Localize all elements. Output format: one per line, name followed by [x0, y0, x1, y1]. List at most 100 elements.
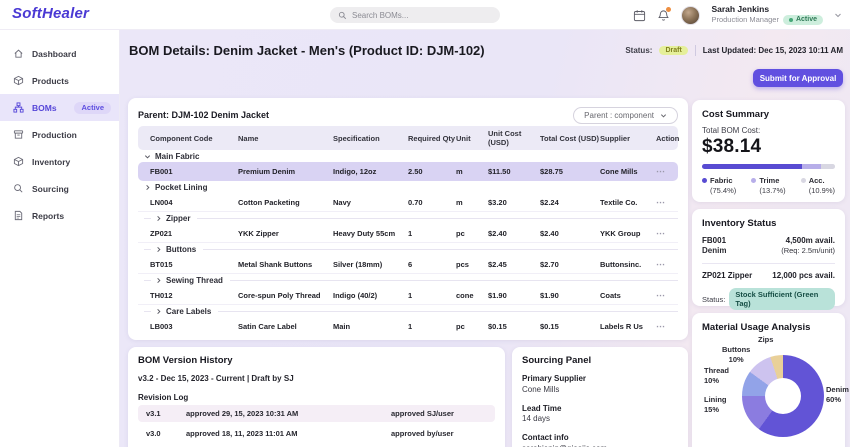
search-bar[interactable] — [330, 7, 500, 23]
revision-row[interactable]: v3.0 approved 18, 11, 2023 11:01 AM appr… — [138, 425, 495, 442]
search-input[interactable] — [352, 10, 492, 20]
version-history-card: BOM Version History v3.2 - Dec 15, 2023 … — [128, 347, 505, 447]
row-actions-ellipsis-icon[interactable]: ⋯ — [656, 197, 678, 208]
document-icon — [14, 210, 23, 221]
donut-label: Zips — [758, 335, 774, 344]
user-role: Production Manager — [711, 15, 779, 25]
table-row[interactable]: FB001 Premium Denim Indigo, 12oz 2.50 m … — [138, 162, 678, 181]
search-icon — [338, 11, 347, 19]
sidebar-item-reports[interactable]: Reports — [0, 202, 119, 229]
boms-active-badge: Active — [74, 101, 111, 114]
submit-for-approval-button[interactable]: Submit for Approval — [753, 69, 843, 87]
parent-component-dropdown[interactable]: Parent : component — [573, 106, 678, 124]
inventory-status-card: Inventory Status FB001 Denim 4,500m avai… — [692, 209, 845, 311]
last-updated: Last Updated: Dec 15, 2023 10:11 AM — [702, 46, 843, 55]
hierarchy-icon — [13, 102, 24, 113]
table-row[interactable]: ZP021 YKK Zipper Heavy Duty 55cm 1 pc $2… — [138, 224, 678, 243]
material-usage-card: Material Usage Analysis Zips Buttons 10%… — [692, 313, 849, 447]
inventory-item: ZP021 Zipper 12,000 pcs avail. — [702, 270, 835, 280]
legend-dot — [800, 178, 806, 183]
search-icon — [14, 184, 23, 193]
divider — [694, 45, 696, 56]
chevron-right-icon — [144, 184, 151, 191]
row-actions-ellipsis-icon[interactable]: ⋯ — [656, 290, 678, 301]
page-title: BOM Details: Denim Jacket - Men's (Produ… — [129, 43, 485, 58]
cost-legend: Fabric (75.4%) Trime (13.7%) Acc. (10.9%… — [702, 176, 835, 195]
table-row[interactable]: LN004 Cotton Packeting Navy 0.70 m $3.20… — [138, 193, 678, 212]
legend-dot — [702, 178, 707, 183]
total-bom-cost-value: $38.14 — [702, 136, 762, 157]
chevron-right-icon — [155, 215, 162, 222]
chevron-right-icon — [155, 277, 162, 284]
row-actions-ellipsis-icon[interactable]: ⋯ — [656, 259, 678, 270]
sidebar-item-boms[interactable]: BOMs Active — [0, 94, 119, 121]
donut-hole — [765, 378, 801, 414]
cost-bar — [702, 164, 835, 169]
row-actions-ellipsis-icon[interactable]: ⋯ — [656, 228, 678, 239]
group-row-sewing-thread[interactable]: Sewing Thread — [138, 274, 678, 286]
sourcing-panel-card: Sourcing Panel Primary Supplier Cone Mil… — [512, 347, 688, 447]
sidebar-item-production[interactable]: Production — [0, 121, 119, 148]
row-actions-ellipsis-icon[interactable]: ⋯ — [656, 321, 678, 332]
sidebar-item-products[interactable]: Products — [0, 67, 119, 94]
bell-icon[interactable] — [657, 6, 672, 22]
cost-summary-title: Cost Summary — [702, 109, 770, 120]
status-badge: Draft — [659, 46, 688, 55]
table-row[interactable]: TH012 Core-spun Poly Thread Indigo (40/2… — [138, 286, 678, 305]
donut-label: Lining 15% — [704, 395, 727, 414]
group-row-zipper[interactable]: Zipper — [138, 212, 678, 224]
cube-icon — [13, 156, 24, 167]
avatar[interactable] — [681, 5, 701, 25]
main-content: BOM Details: Denim Jacket - Men's (Produ… — [120, 30, 850, 447]
row-actions-ellipsis-icon[interactable]: ⋯ — [656, 166, 678, 177]
group-row-care-labels[interactable]: Care Labels — [138, 305, 678, 317]
donut-label: Denim 60% — [826, 385, 849, 404]
sidebar-item-dashboard[interactable]: Dashboard — [0, 40, 119, 67]
sidebar: Dashboard Products BOMs Active Productio… — [0, 30, 120, 447]
status-label: Status: — [625, 46, 653, 55]
app-logo: SoftHealer — [12, 5, 90, 22]
stock-status-badge: Stock Sufficient (Green Tag) — [729, 288, 835, 311]
version-history-title: BOM Version History — [138, 355, 233, 366]
user-name: Sarah Jenkins — [711, 3, 770, 14]
user-info: Sarah Jenkins Production Manager Active — [711, 3, 823, 26]
archive-icon — [13, 130, 24, 139]
box-icon — [13, 75, 24, 86]
legend-item: Fabric (75.4%) — [702, 176, 736, 195]
topbar: SoftHealer Sarah Jenkins Production Mana… — [0, 0, 850, 30]
calendar-icon[interactable] — [633, 9, 646, 22]
legend-item: Trime (13.7%) — [751, 176, 786, 195]
chevron-right-icon — [155, 308, 162, 315]
group-row-pocket-lining[interactable]: Pocket Lining — [138, 181, 678, 193]
home-icon — [14, 49, 23, 58]
bom-table-card: Parent: DJM-102 Denim Jacket Parent : co… — [128, 98, 688, 340]
sidebar-item-sourcing[interactable]: Sourcing — [0, 175, 119, 202]
app-window: SoftHealer Sarah Jenkins Production Mana… — [0, 0, 850, 447]
sidebar-item-inventory[interactable]: Inventory — [0, 148, 119, 175]
group-row-buttons[interactable]: Buttons — [138, 243, 678, 255]
chevron-down-icon — [144, 153, 151, 160]
sourcing-field: Primary Supplier Cone Mills — [522, 374, 587, 394]
total-bom-cost-label: Total BOM Cost: — [702, 126, 761, 135]
sourcing-field: Lead Time 14 days — [522, 403, 562, 424]
status-row: Status: Draft Last Updated: Dec 15, 2023… — [625, 45, 843, 56]
table-row[interactable]: LB003 Satin Care Label Main 1 pc $0.15 $… — [138, 317, 678, 336]
group-row-main-fabric[interactable]: Main Fabric — [138, 150, 678, 162]
current-version-line: v3.2 - Dec 15, 2023 - Current | Draft by… — [138, 374, 294, 383]
notification-dot — [666, 6, 672, 12]
table-header: Component Code Name Specification Requir… — [138, 126, 679, 150]
donut-label: Buttons 10% — [722, 345, 751, 364]
sourcing-panel-title: Sourcing Panel — [522, 355, 592, 366]
donut-label: Thread 10% — [704, 366, 730, 385]
inventory-item: FB001 Denim 4,500m avail. (Req: 2.5m/uni… — [702, 236, 835, 256]
legend-dot — [751, 178, 757, 183]
chevron-down-icon — [660, 113, 667, 117]
revision-row[interactable]: v3.1 approved 29, 15, 2023 10:31 AM appr… — [138, 405, 495, 422]
sourcing-field: Contact info sarahjenin@gioajis.com — [522, 433, 607, 447]
chevron-right-icon — [155, 246, 162, 253]
cost-summary-card: Cost Summary Total BOM Cost: $38.14 Fabr… — [692, 100, 845, 202]
revision-log-label: Revision Log — [138, 393, 189, 402]
status-dot — [788, 18, 793, 23]
chevron-down-icon[interactable] — [834, 11, 842, 19]
table-row[interactable]: BT015 Metal Shank Buttons Silver (18mm) … — [138, 255, 678, 274]
